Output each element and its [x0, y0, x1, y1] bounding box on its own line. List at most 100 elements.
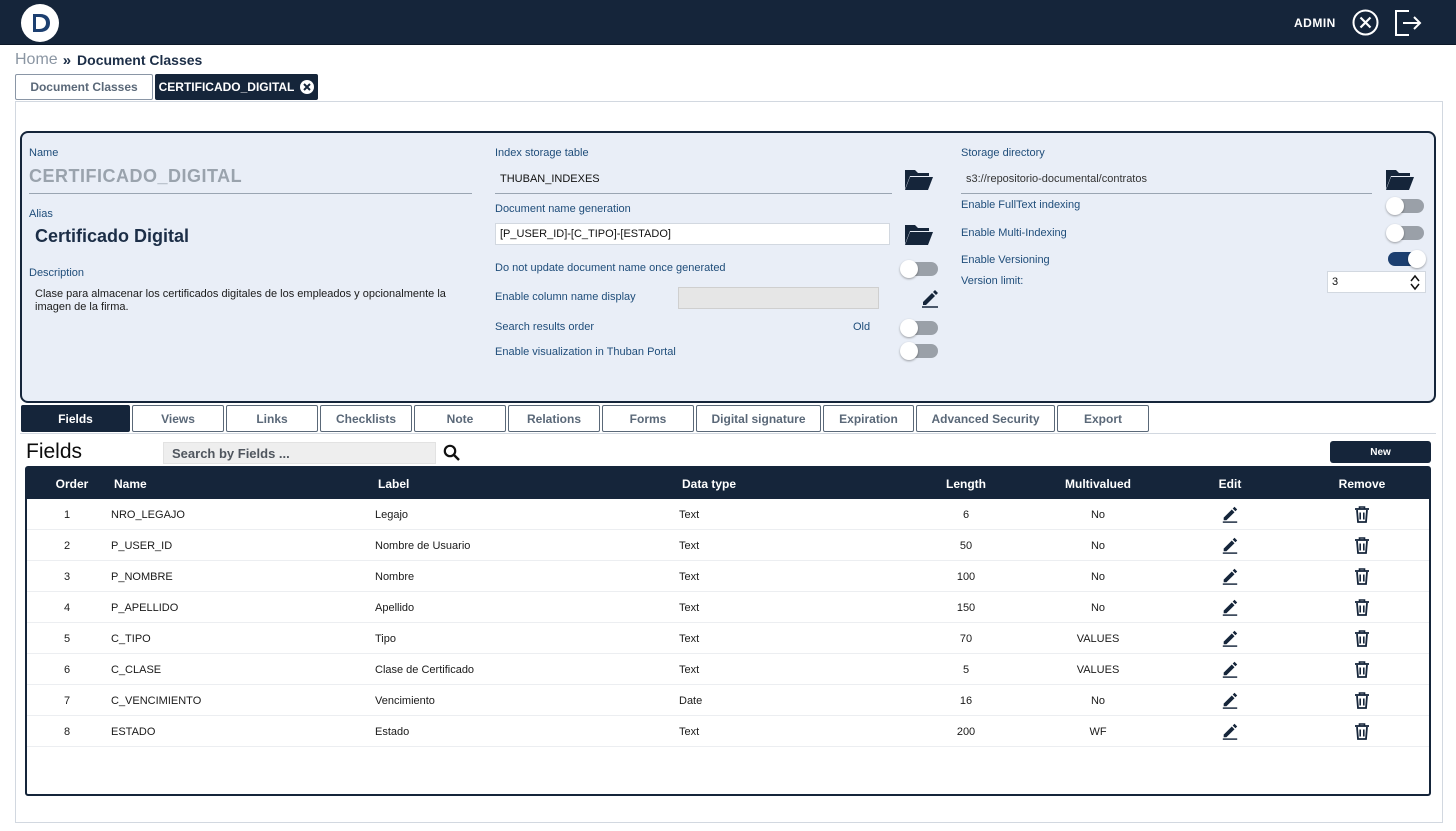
fulltext-toggle[interactable] — [1386, 197, 1424, 215]
col-order[interactable]: Order — [56, 477, 89, 491]
cell-order: 8 — [63, 726, 71, 738]
breadcrumb: Home » Document Classes — [15, 51, 202, 69]
fulltext-label: Enable FullText indexing — [961, 199, 1081, 211]
col-name[interactable]: Name — [114, 477, 147, 491]
trash-icon[interactable] — [1353, 629, 1371, 647]
search-order-toggle[interactable] — [900, 319, 938, 337]
index-table-underline — [495, 193, 892, 194]
tab-document-classes[interactable]: Document Classes — [15, 74, 153, 100]
section-tab-digital-signature[interactable]: Digital signature — [696, 405, 821, 432]
section-tab-advanced-security[interactable]: Advanced Security — [916, 405, 1055, 432]
cell-length: 16 — [959, 695, 973, 707]
section-tab-expiration[interactable]: Expiration — [823, 405, 914, 432]
pencil-edit-icon[interactable] — [1221, 722, 1239, 740]
pencil-edit-icon[interactable] — [1221, 598, 1239, 616]
section-tab-checklists[interactable]: Checklists — [320, 405, 412, 432]
section-tab-label: Views — [161, 411, 195, 426]
trash-icon[interactable] — [1353, 567, 1371, 585]
cell-length: 70 — [959, 633, 973, 645]
pencil-edit-icon[interactable] — [1221, 536, 1239, 554]
folder-open-icon[interactable] — [904, 167, 934, 191]
cell-multivalued: WF — [1089, 726, 1107, 738]
cell-label: Apellido — [375, 602, 415, 614]
section-tab-fields[interactable]: Fields — [21, 405, 130, 432]
cell-multivalued: No — [1090, 540, 1106, 552]
pencil-edit-icon[interactable] — [1221, 505, 1239, 523]
storage-dir-field[interactable]: s3://repositorio-documental/contratos — [966, 173, 1147, 185]
versioning-toggle[interactable] — [1388, 250, 1426, 268]
tab-close-icon[interactable] — [300, 80, 315, 94]
col-data-type[interactable]: Data type — [682, 477, 736, 491]
table-row[interactable]: 8 ESTADO Estado Text 200 WF — [27, 716, 1429, 747]
version-limit-stepper[interactable]: 3 — [1327, 271, 1426, 293]
pencil-edit-icon[interactable] — [920, 288, 942, 310]
cell-name: NRO_LEGAJO — [111, 509, 185, 521]
table-row[interactable]: 1 NRO_LEGAJO Legajo Text 6 No — [27, 499, 1429, 530]
index-table-field[interactable]: THUBAN_INDEXES — [500, 173, 600, 185]
col-label[interactable]: Label — [378, 477, 409, 491]
cell-data-type: Text — [679, 602, 700, 614]
pencil-edit-icon[interactable] — [1221, 691, 1239, 709]
section-tab-relations[interactable]: Relations — [508, 405, 600, 432]
fields-search-input[interactable]: Search by Fields ... — [163, 442, 436, 464]
column-display-input[interactable] — [678, 287, 879, 309]
cell-data-type: Date — [679, 695, 703, 707]
multi-index-label: Enable Multi-Indexing — [961, 227, 1067, 239]
cell-length: 50 — [959, 540, 973, 552]
index-table-label: Index storage table — [495, 147, 589, 159]
cell-order: 6 — [63, 664, 71, 676]
cell-label: Nombre — [375, 571, 415, 583]
section-tab-forms[interactable]: Forms — [602, 405, 694, 432]
pencil-edit-icon[interactable] — [1221, 567, 1239, 585]
cell-label: Clase de Certificado — [375, 664, 475, 676]
col-length[interactable]: Length — [946, 477, 986, 491]
search-icon[interactable] — [443, 444, 460, 461]
stepper-arrows-icon[interactable] — [1409, 274, 1421, 291]
trash-icon[interactable] — [1353, 722, 1371, 740]
cell-data-type: Text — [679, 633, 700, 645]
trash-icon[interactable] — [1353, 536, 1371, 554]
pencil-edit-icon[interactable] — [1221, 629, 1239, 647]
user-menu[interactable]: ADMIN — [1294, 16, 1336, 30]
table-row[interactable]: 7 C_VENCIMIENTO Vencimiento Date 16 No — [27, 685, 1429, 716]
cell-label: Estado — [375, 726, 410, 738]
breadcrumb-home[interactable]: Home — [15, 51, 58, 69]
col-multivalued[interactable]: Multivalued — [1065, 477, 1131, 491]
folder-open-icon[interactable] — [904, 222, 934, 246]
no-update-toggle[interactable] — [900, 260, 938, 278]
table-row[interactable]: 4 P_APELLIDO Apellido Text 150 No — [27, 592, 1429, 623]
breadcrumb-current: Document Classes — [77, 52, 203, 68]
cell-order: 7 — [63, 695, 71, 707]
table-row[interactable]: 3 P_NOMBRE Nombre Text 100 No — [27, 561, 1429, 592]
multi-index-toggle[interactable] — [1386, 224, 1424, 242]
docname-gen-label: Document name generation — [495, 203, 631, 215]
section-tab-export[interactable]: Export — [1057, 405, 1149, 432]
docname-gen-input[interactable]: [P_USER_ID]-[C_TIPO]-[ESTADO] — [495, 223, 890, 245]
section-tab-note[interactable]: Note — [414, 405, 506, 432]
pencil-edit-icon[interactable] — [1221, 660, 1239, 678]
table-row[interactable]: 2 P_USER_ID Nombre de Usuario Text 50 No — [27, 530, 1429, 561]
section-tab-views[interactable]: Views — [132, 405, 224, 432]
logout-icon[interactable] — [1392, 8, 1422, 38]
tab-certificado-digital[interactable]: CERTIFICADO_DIGITAL — [155, 74, 318, 100]
tab-label: Document Classes — [30, 80, 138, 94]
trash-icon[interactable] — [1353, 691, 1371, 709]
table-row[interactable]: 6 C_CLASE Clase de Certificado Text 5 VALUES — [27, 654, 1429, 685]
new-field-button[interactable]: New — [1330, 441, 1431, 463]
trash-icon[interactable] — [1353, 660, 1371, 678]
brand-logo-icon[interactable] — [21, 4, 59, 42]
trash-icon[interactable] — [1353, 598, 1371, 616]
folder-open-icon[interactable] — [1385, 167, 1415, 191]
cell-name: P_APELLIDO — [111, 602, 179, 614]
trash-icon[interactable] — [1353, 505, 1371, 523]
description-field[interactable]: Clase para almacenar los certificados di… — [35, 288, 455, 314]
portal-toggle[interactable] — [900, 342, 938, 360]
close-circle-icon[interactable] — [1352, 9, 1379, 36]
cell-data-type: Text — [679, 664, 700, 676]
column-display-label: Enable column name display — [495, 291, 636, 303]
section-tab-links[interactable]: Links — [226, 405, 318, 432]
section-tabs-divider — [20, 433, 1436, 434]
storage-dir-underline — [961, 193, 1372, 194]
alias-field[interactable]: Certificado Digital — [35, 226, 189, 247]
table-row[interactable]: 5 C_TIPO Tipo Text 70 VALUES — [27, 623, 1429, 654]
